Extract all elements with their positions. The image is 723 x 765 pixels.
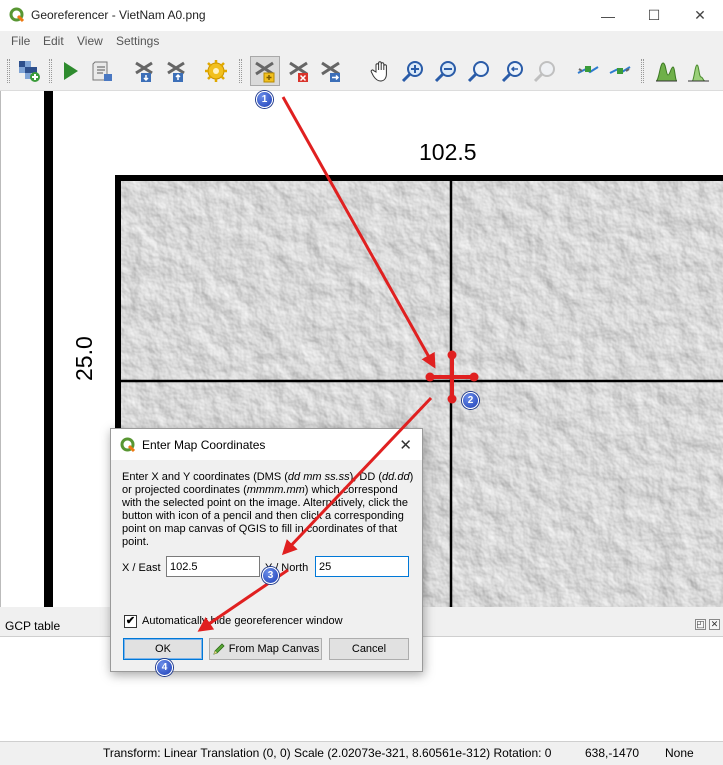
from-map-canvas-button[interactable]: From Map Canvas bbox=[209, 638, 322, 660]
menu-settings[interactable]: Settings bbox=[116, 34, 159, 48]
local-histogram-stretch-button[interactable] bbox=[683, 56, 713, 86]
full-histogram-stretch-button[interactable] bbox=[651, 56, 681, 86]
zoom-in-button[interactable] bbox=[398, 56, 428, 86]
enter-map-coordinates-dialog: Enter Map Coordinates ✕ Enter X and Y co… bbox=[110, 428, 423, 672]
float-panel-button[interactable]: ◰ bbox=[695, 619, 706, 630]
zoom-next-button[interactable] bbox=[530, 56, 560, 86]
auto-hide-checkbox[interactable]: ✔ bbox=[124, 615, 137, 628]
coordinate-readout: 638,-1470 bbox=[585, 746, 640, 760]
dialog-instructions: Enter X and Y coordinates (DMS (dd mm ss… bbox=[122, 471, 414, 548]
callout-badge-2: 2 bbox=[462, 392, 479, 409]
zoom-full-icon bbox=[467, 61, 489, 83]
open-raster-button[interactable] bbox=[14, 56, 44, 86]
toolbar-grip[interactable] bbox=[239, 59, 242, 83]
menu-edit[interactable]: Edit bbox=[43, 34, 64, 48]
play-icon bbox=[64, 62, 78, 80]
hand-icon bbox=[370, 61, 387, 82]
generate-gdal-script-button[interactable] bbox=[87, 56, 117, 86]
histogram-local-icon bbox=[688, 64, 709, 82]
dialog-close-button[interactable]: ✕ bbox=[399, 436, 412, 454]
link-right-icon bbox=[609, 66, 631, 74]
delete-point-button[interactable] bbox=[284, 56, 314, 86]
gcp-table-title: GCP table bbox=[5, 619, 61, 633]
toolbar-grip[interactable] bbox=[49, 59, 52, 83]
status-bar: Transform: Linear Translation (0, 0) Sca… bbox=[0, 742, 723, 765]
close-panel-button[interactable]: ✕ bbox=[709, 619, 720, 630]
close-button[interactable]: ✕ bbox=[677, 0, 723, 31]
zoom-next-icon bbox=[533, 61, 555, 83]
start-georeferencing-button[interactable] bbox=[55, 56, 85, 86]
load-gcp-points-button[interactable] bbox=[129, 56, 159, 86]
map-frame-top bbox=[115, 175, 723, 181]
link-qgis-to-georeferencer-button[interactable] bbox=[605, 56, 635, 86]
dialog-title: Enter Map Coordinates bbox=[142, 438, 266, 452]
save-gcp-icon bbox=[167, 61, 185, 82]
open-raster-icon bbox=[19, 61, 40, 82]
menu-view[interactable]: View bbox=[77, 34, 103, 48]
transform-status: Transform: Linear Translation (0, 0) Sca… bbox=[103, 746, 552, 760]
gear-icon bbox=[205, 60, 227, 82]
toolbar-grip[interactable] bbox=[641, 59, 644, 83]
zoom-in-icon bbox=[401, 61, 423, 83]
auto-hide-label: Automatically hide georeferencer window bbox=[142, 615, 343, 627]
zoom-out-icon bbox=[434, 61, 456, 83]
ok-button[interactable]: OK bbox=[123, 638, 203, 660]
x-east-label: X / East bbox=[122, 562, 161, 574]
delete-point-icon bbox=[289, 61, 308, 82]
callout-badge-4: 4 bbox=[156, 659, 173, 676]
transformation-settings-button[interactable] bbox=[201, 56, 231, 86]
crs-status: None bbox=[665, 746, 694, 760]
cancel-button[interactable]: Cancel bbox=[329, 638, 409, 660]
save-gcp-points-button[interactable] bbox=[161, 56, 191, 86]
add-point-icon bbox=[255, 61, 275, 83]
y-north-input[interactable] bbox=[315, 556, 409, 577]
maximize-button[interactable]: ☐ bbox=[631, 0, 677, 31]
link-left-icon bbox=[577, 66, 599, 74]
toolbar bbox=[0, 51, 723, 91]
move-point-icon bbox=[321, 61, 340, 82]
longitude-label: 102.5 bbox=[419, 139, 477, 165]
menu-bar: File Edit View Settings bbox=[0, 31, 723, 51]
pencil-icon bbox=[213, 643, 225, 655]
toolbar-grip[interactable] bbox=[7, 59, 10, 83]
title-bar: Georeferencer - VietNam A0.png — ☐ ✕ bbox=[0, 0, 723, 31]
zoom-to-layer-button[interactable] bbox=[464, 56, 494, 86]
latitude-label: 25.0 bbox=[71, 336, 97, 381]
qgis-logo-icon bbox=[9, 7, 25, 23]
dialog-title-bar: Enter Map Coordinates ✕ bbox=[111, 429, 422, 460]
zoom-out-button[interactable] bbox=[431, 56, 461, 86]
window-title: Georeferencer - VietNam A0.png bbox=[31, 8, 206, 22]
minimize-button[interactable]: — bbox=[585, 0, 631, 31]
ok-label: OK bbox=[155, 643, 171, 655]
map-border-left bbox=[44, 91, 53, 607]
menu-file[interactable]: File bbox=[11, 34, 30, 48]
zoom-last-button[interactable] bbox=[498, 56, 528, 86]
callout-badge-1: 1 bbox=[256, 91, 273, 108]
qgis-logo-icon bbox=[120, 437, 136, 453]
move-gcp-point-button[interactable] bbox=[316, 56, 346, 86]
link-georeferencer-to-qgis-button[interactable] bbox=[573, 56, 603, 86]
zoom-last-icon bbox=[501, 61, 523, 83]
x-east-input[interactable] bbox=[166, 556, 260, 577]
script-icon bbox=[92, 61, 112, 81]
callout-badge-3: 3 bbox=[262, 567, 279, 584]
load-gcp-icon bbox=[135, 61, 153, 82]
from-map-canvas-label: From Map Canvas bbox=[228, 643, 320, 655]
pan-button[interactable] bbox=[366, 56, 396, 86]
add-point-button[interactable] bbox=[250, 56, 280, 86]
cancel-label: Cancel bbox=[351, 643, 387, 655]
histogram-full-icon bbox=[655, 62, 678, 82]
